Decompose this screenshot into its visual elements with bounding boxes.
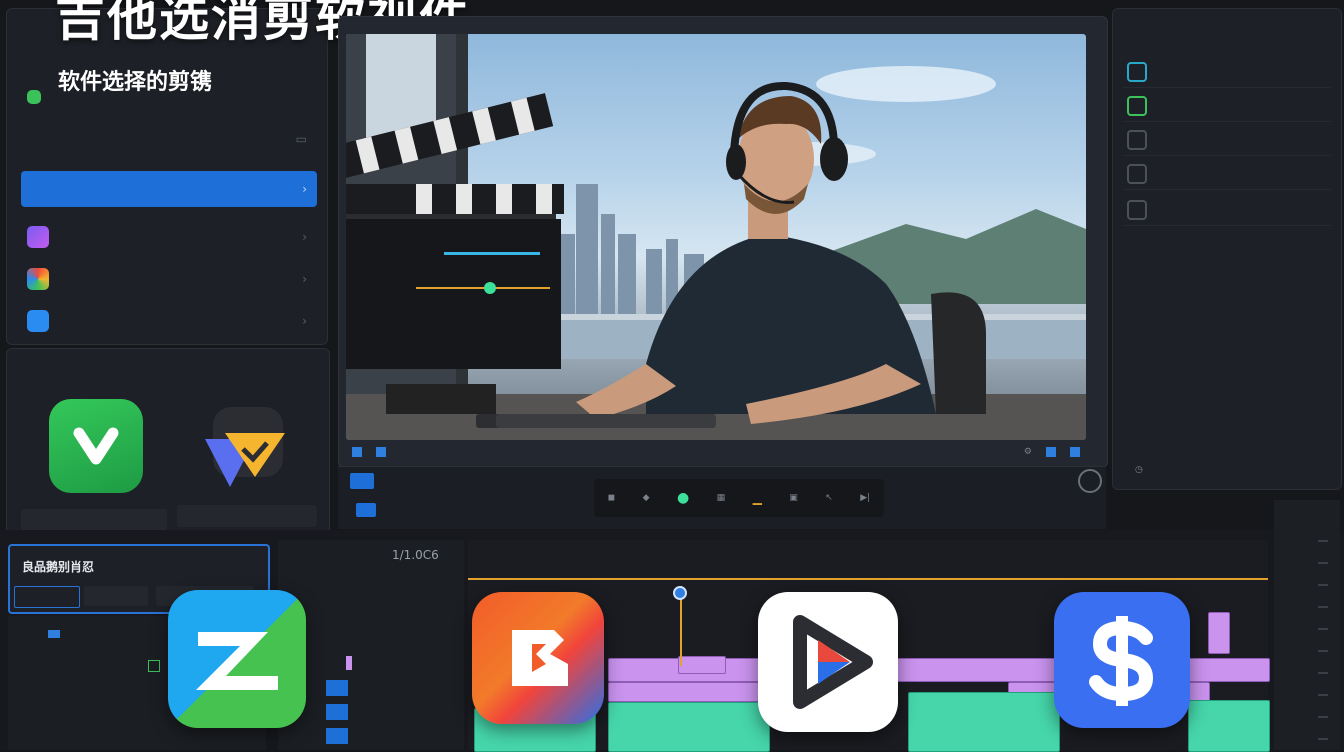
properties-panel: ◷ xyxy=(1112,8,1342,490)
chevron-right-icon: › xyxy=(302,272,307,286)
left-item-2[interactable]: ▭ xyxy=(21,121,317,157)
b-logo-icon xyxy=(512,630,568,686)
blue-square-icon[interactable] xyxy=(352,447,362,457)
zc-logo-icon xyxy=(196,632,278,690)
skip-icon[interactable]: ▶| xyxy=(860,493,870,503)
blue-app-icon xyxy=(27,310,49,332)
prop-row-3[interactable] xyxy=(1123,125,1331,156)
blue-square-icon[interactable] xyxy=(1046,447,1056,457)
apps-button-2[interactable] xyxy=(177,505,317,527)
prop-row-1[interactable] xyxy=(1123,57,1331,88)
left-item-blue[interactable]: › xyxy=(21,303,317,339)
left-item-purple[interactable]: › xyxy=(21,219,317,255)
prop-row-2[interactable] xyxy=(1123,91,1331,122)
ratio-icon[interactable]: ▦ xyxy=(717,493,726,503)
left-item-active[interactable]: › xyxy=(21,171,317,207)
chevron-right-icon: › xyxy=(302,230,307,244)
purple-clip[interactable] xyxy=(678,656,726,674)
purple-marker xyxy=(346,656,352,670)
camera-icon[interactable]: ◼ xyxy=(608,493,615,503)
green-play-app-icon[interactable] xyxy=(49,399,143,493)
timeline-ruler xyxy=(468,556,1268,580)
purple-app-icon xyxy=(27,226,49,248)
playhead-handle[interactable] xyxy=(673,586,687,600)
playback-control-bar: ◼ ◆ ● ▦ ▁ ▣ ↖ ▶| xyxy=(338,466,1106,529)
blue-track-toggle[interactable] xyxy=(326,728,348,744)
blue-square-icon[interactable] xyxy=(1070,447,1080,457)
panel-tab-active[interactable] xyxy=(14,586,80,608)
blue-track-toggle[interactable] xyxy=(326,704,348,720)
timecode-readout: 1/1.0C6 xyxy=(282,548,439,562)
timecode: 1/1.0C6 xyxy=(392,548,439,562)
chevron-right-icon: › xyxy=(302,182,307,196)
b-app-icon[interactable] xyxy=(472,592,604,724)
meter-ticks xyxy=(1318,540,1328,740)
green-track-icon[interactable] xyxy=(148,660,160,672)
purple-clip[interactable] xyxy=(1208,612,1230,654)
cyan-square-icon xyxy=(1127,62,1147,82)
video-preview xyxy=(346,34,1086,440)
green-record-icon[interactable]: ● xyxy=(677,490,689,506)
chevron-right-icon: › xyxy=(302,314,307,328)
left-media-panel: ▭ › › › › xyxy=(6,8,328,345)
play-check-icon xyxy=(73,427,119,465)
apps-button-1[interactable] xyxy=(21,509,167,531)
square-icon xyxy=(1127,200,1147,220)
green-clip[interactable] xyxy=(1188,700,1270,752)
blue-square-icon[interactable] xyxy=(376,447,386,457)
cursor-icon[interactable]: ↖ xyxy=(825,493,833,503)
square-icon xyxy=(1127,130,1147,150)
record-button[interactable] xyxy=(1078,469,1102,493)
green-clip[interactable] xyxy=(608,702,770,752)
settings-icon[interactable]: ⚙ xyxy=(1024,447,1032,457)
prop-row-5[interactable] xyxy=(1123,195,1331,226)
green-clip[interactable] xyxy=(908,692,1060,752)
square-icon xyxy=(1127,164,1147,184)
blue-toggle-button[interactable] xyxy=(356,503,376,517)
video-toolbar: ⚙ xyxy=(346,440,1086,464)
prop-row-4[interactable] xyxy=(1123,159,1331,190)
audio-meter xyxy=(1274,500,1340,750)
triangle-play-icon xyxy=(205,407,285,487)
yellow-triangle-app-icon[interactable] xyxy=(195,397,291,493)
window-icon: ▭ xyxy=(295,132,307,146)
clock-icon[interactable]: ◷ xyxy=(1135,465,1143,475)
shield-icon[interactable]: ◆ xyxy=(643,493,650,503)
blue-track-icon[interactable] xyxy=(48,630,60,638)
blue-mode-button[interactable] xyxy=(350,473,374,489)
multicolor-app-icon xyxy=(27,268,49,290)
video-frame-scene xyxy=(346,34,1086,440)
page-subtitle: 软件选择的剪镌 xyxy=(58,70,213,95)
green-square-icon xyxy=(27,90,41,104)
purple-clip[interactable] xyxy=(608,682,770,702)
dollar-logo-icon xyxy=(1089,616,1154,706)
timeline-panel-title: 良品鹅别肖忍 xyxy=(22,560,95,574)
dollar-app-icon[interactable] xyxy=(1054,592,1190,728)
green-square-icon xyxy=(1127,96,1147,116)
play-app-icon[interactable] xyxy=(758,592,898,732)
playback-tools: ◼ ◆ ● ▦ ▁ ▣ ↖ ▶| xyxy=(594,479,884,517)
zc-app-icon[interactable] xyxy=(168,590,306,728)
panel-tab[interactable] xyxy=(84,586,148,606)
play-logo-icon xyxy=(793,615,873,709)
crop-icon[interactable]: ▣ xyxy=(789,493,798,503)
blue-track-toggle[interactable] xyxy=(326,680,348,696)
trim-icon[interactable]: ▁ xyxy=(753,491,762,505)
left-item-multicolor[interactable]: › xyxy=(21,261,317,297)
apps-panel xyxy=(6,348,330,538)
